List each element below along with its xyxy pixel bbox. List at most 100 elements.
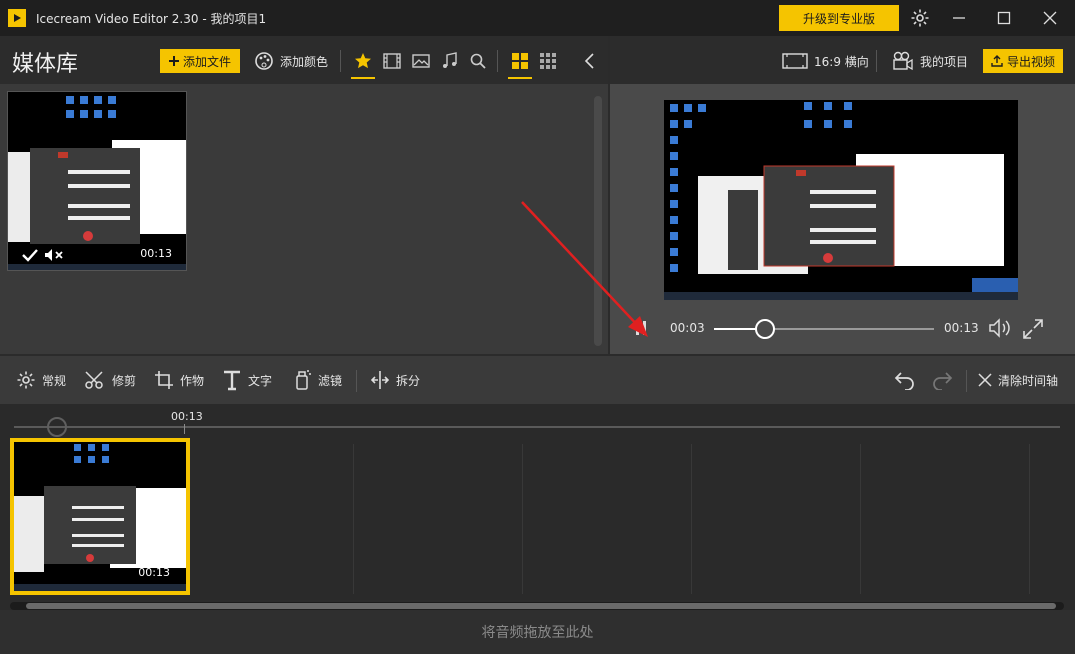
playback-slider[interactable] xyxy=(714,319,934,339)
plus-icon xyxy=(168,56,179,66)
timeline-marker-time: 00:13 xyxy=(171,410,203,423)
video-filter-icon[interactable] xyxy=(380,49,404,73)
filter-bottle-icon xyxy=(296,370,311,390)
aspect-ratio-icon xyxy=(782,53,808,69)
edit-toolbar: 常规 修剪 作物 文字 滤镜 拆分 清除时间轴 xyxy=(0,356,1075,404)
timeline-ruler[interactable] xyxy=(14,426,1060,428)
clear-timeline-button[interactable]: 清除时间轴 xyxy=(978,368,1058,392)
my-projects-button[interactable]: 我的项目 xyxy=(892,49,968,73)
export-video-button[interactable]: 导出视频 xyxy=(983,49,1063,73)
crop-tool-label: 作物 xyxy=(180,373,205,388)
large-grid-view-icon[interactable] xyxy=(508,49,532,79)
timeline-playhead[interactable] xyxy=(47,417,67,437)
crop-tool-button[interactable]: 作物 xyxy=(154,368,204,392)
title-bar: Icecream Video Editor 2.30 - 我的项目1 升级到专业… xyxy=(0,0,1075,36)
current-time: 00:03 xyxy=(670,321,705,335)
timeline-gridline xyxy=(353,444,354,594)
music-filter-icon[interactable] xyxy=(438,49,462,73)
media-library-panel: 媒体库 添加文件 添加颜色 00:13 xyxy=(0,36,608,354)
upgrade-button[interactable]: 升级到专业版 xyxy=(779,5,899,31)
gear-icon xyxy=(17,371,35,389)
mute-icon[interactable] xyxy=(44,248,64,262)
add-color-label: 添加颜色 xyxy=(280,54,329,69)
audio-drop-hint: 将音频拖放至此处 xyxy=(481,625,594,641)
checkmark-icon[interactable] xyxy=(22,248,38,262)
toolbar-divider xyxy=(497,50,498,72)
aspect-ratio-label: 16:9 横向 xyxy=(814,54,869,69)
play-pause-icon[interactable] xyxy=(634,320,648,336)
library-scrollbar[interactable] xyxy=(594,96,602,346)
settings-gear-icon[interactable] xyxy=(908,6,932,30)
minimize-icon[interactable] xyxy=(947,6,971,30)
split-tool-button[interactable]: 拆分 xyxy=(370,368,420,392)
playback-slider-knob[interactable] xyxy=(754,319,775,339)
timeline-gridline xyxy=(860,444,861,594)
preview-header: 16:9 横向 我的项目 导出视频 xyxy=(610,36,1075,84)
timeline-marker xyxy=(184,424,185,434)
app-logo-icon xyxy=(8,9,26,27)
project-name: 我的项目1 xyxy=(210,11,267,26)
split-tool-label: 拆分 xyxy=(396,373,421,388)
video-frame xyxy=(664,100,1018,300)
media-item-duration: 00:13 xyxy=(140,247,172,260)
media-library-header: 媒体库 添加文件 添加颜色 xyxy=(0,36,608,84)
timeline-gridline xyxy=(522,444,523,594)
trim-tool-label: 修剪 xyxy=(112,373,137,388)
film-camera-icon xyxy=(893,51,913,71)
timeline-clip[interactable]: 00:13 xyxy=(10,438,190,595)
toolbar-divider xyxy=(966,370,967,392)
text-tool-button[interactable]: 文字 xyxy=(222,368,272,392)
filter-tool-label: 滤镜 xyxy=(318,373,343,388)
clip-duration: 00:13 xyxy=(138,566,170,579)
preview-panel: 16:9 横向 我的项目 导出视频 00:03 00:13 xyxy=(610,36,1075,354)
audio-drop-zone[interactable]: 将音频拖放至此处 xyxy=(0,610,1075,654)
media-library-title: 媒体库 xyxy=(12,52,79,77)
my-projects-label: 我的项目 xyxy=(920,54,969,69)
timeline-scrollbar[interactable] xyxy=(10,602,1064,610)
toolbar-divider xyxy=(356,370,357,392)
redo-icon xyxy=(933,372,953,390)
crop-icon xyxy=(155,371,173,389)
timeline-scrollbar-thumb[interactable] xyxy=(26,603,1056,609)
timeline-gridline xyxy=(691,444,692,594)
window-title: Icecream Video Editor 2.30 - 我的项目1 xyxy=(36,11,267,26)
favorites-star-icon[interactable] xyxy=(351,49,375,79)
export-icon xyxy=(991,55,1003,67)
close-icon[interactable] xyxy=(1038,6,1062,30)
clear-timeline-label: 清除时间轴 xyxy=(998,373,1059,388)
undo-button[interactable] xyxy=(893,368,917,392)
redo-button[interactable] xyxy=(930,368,954,392)
search-icon[interactable] xyxy=(466,49,490,73)
general-tool-button[interactable]: 常规 xyxy=(16,368,66,392)
toolbar-divider xyxy=(340,50,341,72)
close-x-icon xyxy=(978,373,992,387)
video-thumbnail xyxy=(8,92,186,270)
trim-tool-button[interactable]: 修剪 xyxy=(84,368,136,392)
scissors-icon xyxy=(85,371,103,389)
add-color-button[interactable]: 添加颜色 xyxy=(254,49,328,73)
maximize-icon[interactable] xyxy=(992,6,1016,30)
timeline: 00:13 00:13 xyxy=(0,404,1075,610)
media-item[interactable]: 00:13 xyxy=(7,91,187,271)
split-icon xyxy=(370,371,390,389)
collapse-chevron-left-icon[interactable] xyxy=(578,49,602,73)
fullscreen-icon[interactable] xyxy=(1022,318,1044,340)
total-time: 00:13 xyxy=(944,321,979,335)
filter-tool-button[interactable]: 滤镜 xyxy=(292,368,342,392)
header-divider xyxy=(876,50,877,72)
text-t-icon xyxy=(224,370,240,391)
image-filter-icon[interactable] xyxy=(409,49,433,73)
volume-icon[interactable] xyxy=(988,317,1012,339)
export-video-label: 导出视频 xyxy=(1006,54,1055,69)
small-grid-view-icon[interactable] xyxy=(536,49,560,73)
video-preview[interactable] xyxy=(664,100,1018,300)
timeline-gridline xyxy=(1029,444,1030,594)
app-name: Icecream Video Editor 2.30 xyxy=(36,11,199,26)
undo-icon xyxy=(894,372,914,390)
aspect-ratio-button[interactable]: 16:9 横向 xyxy=(782,49,869,73)
add-file-button[interactable]: 添加文件 xyxy=(160,49,240,73)
palette-icon xyxy=(255,52,273,70)
general-tool-label: 常规 xyxy=(42,373,67,388)
add-file-label: 添加文件 xyxy=(182,54,231,69)
editor-window: Icecream Video Editor 2.30 - 我的项目1 升级到专业… xyxy=(0,0,1075,654)
